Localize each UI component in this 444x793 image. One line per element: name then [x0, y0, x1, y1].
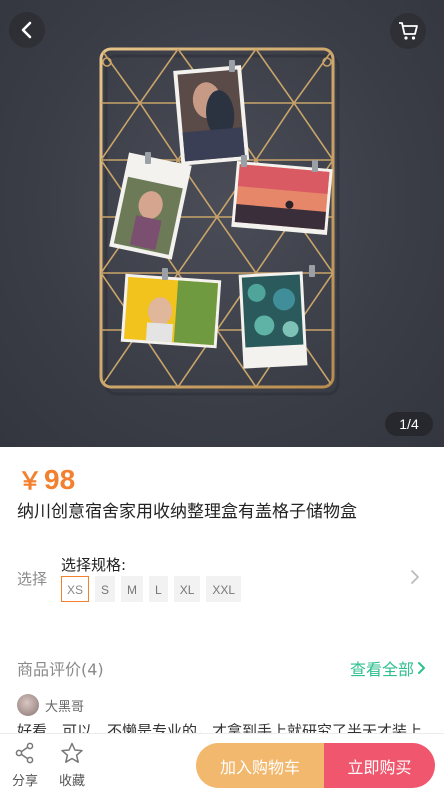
- share-label: 分享: [11, 774, 38, 789]
- favorite-label: 收藏: [58, 774, 85, 789]
- chevron-right-icon[interactable]: [409, 568, 421, 586]
- spec-title: 选择规格:: [61, 556, 127, 574]
- spec-option-s[interactable]: S: [95, 576, 116, 602]
- share-button[interactable]: 分享: [5, 742, 45, 789]
- spec-option-m[interactable]: M: [121, 576, 144, 602]
- favorite-button[interactable]: 收藏: [52, 742, 92, 789]
- add-to-cart-button[interactable]: 加入购物车: [196, 743, 324, 788]
- product-image: [99, 47, 340, 396]
- product-price: ￥98: [18, 461, 75, 496]
- share-icon: [15, 742, 34, 764]
- spec-option-xxl[interactable]: XXL: [206, 576, 242, 602]
- reviews-header: 商品评价(4) 查看全部: [17, 656, 427, 680]
- product-image-gallery[interactable]: 1/4: [0, 0, 444, 447]
- bottom-action-bar: 分享 收藏 加入购物车 立即购买: [0, 733, 444, 793]
- spec-options: XS S M L XL XXL: [61, 576, 242, 602]
- spec-label: 选择: [17, 570, 48, 588]
- chevron-right-icon: [418, 662, 425, 674]
- cart-icon: [399, 22, 418, 40]
- reviewer-name: 大黑哥: [45, 699, 85, 715]
- star-icon: [61, 742, 83, 763]
- price-currency: ￥: [18, 468, 42, 495]
- buy-now-button[interactable]: 立即购买: [324, 743, 435, 788]
- reviews-title: 商品评价(4): [17, 660, 104, 679]
- cart-button[interactable]: [390, 13, 426, 49]
- spec-option-xl[interactable]: XL: [173, 576, 201, 602]
- reviewer: 大黑哥: [17, 694, 84, 716]
- avatar: [17, 694, 39, 716]
- back-arrow-icon: [21, 21, 32, 39]
- product-title: 纳川创意宿舍家用收纳整理盒有盖格子储物盒: [17, 502, 357, 522]
- page-indicator: 1/4: [385, 412, 433, 436]
- spec-selector[interactable]: 选择 选择规格: XS S M L XL XXL: [0, 550, 444, 610]
- spec-option-xs[interactable]: XS: [61, 576, 90, 602]
- back-button[interactable]: [9, 12, 45, 48]
- view-all-reviews-link[interactable]: 查看全部: [350, 656, 427, 680]
- price-value: 98: [44, 464, 76, 495]
- spec-option-l[interactable]: L: [149, 576, 168, 602]
- view-all-label: 查看全部: [349, 660, 414, 679]
